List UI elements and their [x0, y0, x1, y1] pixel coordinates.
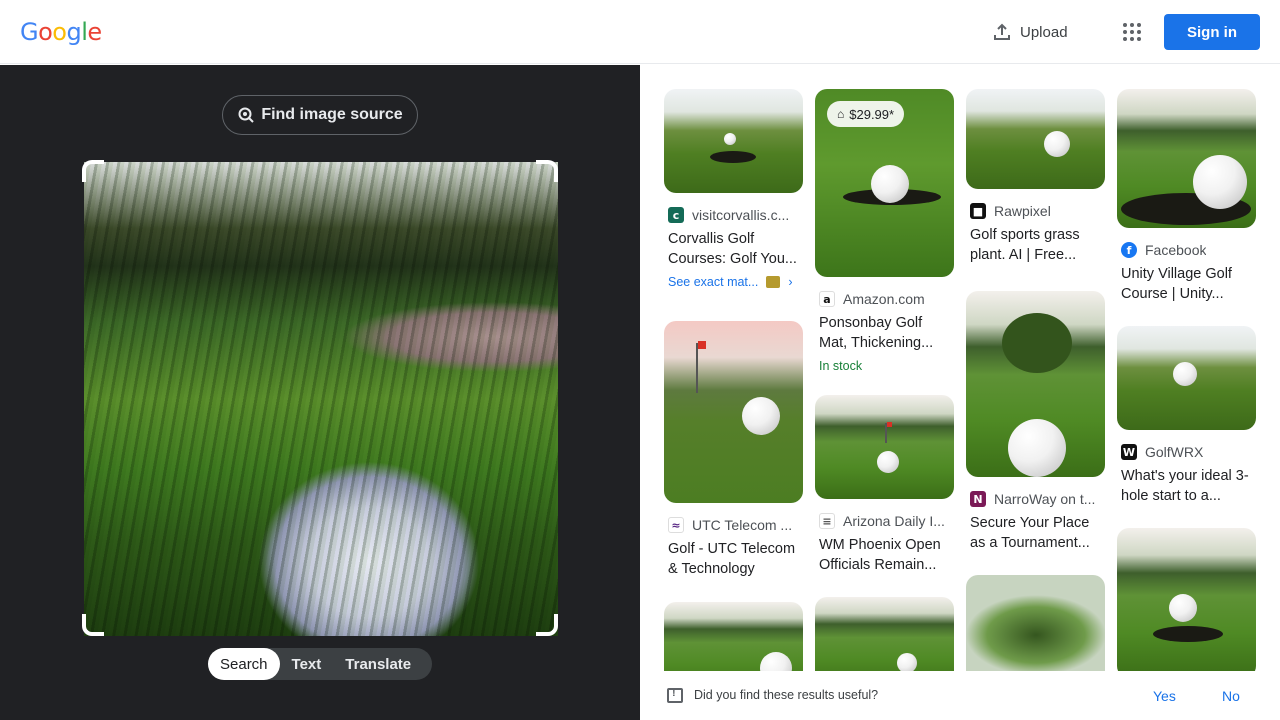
result-thumbnail[interactable]: ⌂ $29.99* — [815, 89, 954, 277]
narroway-favicon: N — [970, 491, 986, 507]
price-badge: ⌂ $29.99* — [827, 101, 905, 127]
result-card[interactable]: c visitcorvallis.c... Corvallis Golf Cou… — [664, 89, 803, 289]
result-card[interactable]: ≡ Arizona Daily I... WM Phoenix Open Off… — [815, 395, 954, 575]
feedback-bar: Did you find these results useful? Yes N… — [640, 671, 1280, 720]
result-card[interactable] — [1117, 528, 1256, 671]
result-source[interactable]: ≈ UTC Telecom ... — [664, 517, 803, 533]
mode-text-tab[interactable]: Text — [280, 648, 334, 680]
stock-status: In stock — [819, 359, 863, 373]
result-source[interactable]: f Facebook — [1117, 242, 1256, 258]
logo-letter: o — [38, 18, 53, 46]
result-card[interactable] — [815, 597, 954, 671]
mode-switcher: Search Text Translate — [208, 648, 432, 680]
result-thumbnail[interactable] — [815, 597, 954, 671]
result-card[interactable]: ■ Rawpixel Golf sports grass plant. AI |… — [966, 89, 1105, 265]
logo-letter: g — [66, 18, 82, 46]
feedback-icon — [667, 687, 683, 703]
feedback-question: Did you find these results useful? — [694, 688, 879, 702]
utc-telecom-favicon: ≈ — [668, 517, 684, 533]
price-tag-icon: ⌂ — [837, 107, 845, 121]
golfwrx-favicon: W — [1121, 444, 1137, 460]
result-thumbnail[interactable] — [664, 321, 803, 503]
result-card[interactable]: W GolfWRX What's your ideal 3-hole start… — [1117, 326, 1256, 506]
sign-in-button[interactable]: Sign in — [1164, 14, 1260, 50]
upload-button[interactable]: Upload — [992, 20, 1068, 44]
result-title[interactable]: Golf sports grass plant. AI | Free... — [966, 225, 1105, 265]
crop-handle-bottom-right[interactable] — [536, 614, 558, 636]
crop-handle-top-right[interactable] — [536, 160, 558, 182]
upload-label: Upload — [1020, 23, 1068, 41]
result-source[interactable]: N NarroWay on t... — [966, 491, 1105, 507]
result-source[interactable]: c visitcorvallis.c... — [664, 207, 803, 223]
result-title[interactable]: Unity Village Golf Course | Unity... — [1117, 264, 1256, 304]
result-thumbnail[interactable] — [1117, 326, 1256, 430]
result-title[interactable]: WM Phoenix Open Officials Remain... — [815, 535, 954, 575]
upload-icon — [994, 23, 1010, 40]
result-thumbnail[interactable] — [664, 602, 803, 671]
feedback-no-button[interactable]: No — [1222, 688, 1240, 704]
result-card[interactable]: N NarroWay on t... Secure Your Place as … — [966, 291, 1105, 553]
google-logo[interactable]: Google — [20, 18, 102, 46]
result-card[interactable]: ⌂ $29.99* a Amazon.com Ponsonbay Golf Ma… — [815, 89, 954, 373]
feedback-yes-button[interactable]: Yes — [1153, 688, 1176, 704]
result-thumbnail[interactable] — [1117, 528, 1256, 671]
query-image[interactable] — [84, 162, 558, 636]
result-title[interactable]: What's your ideal 3-hole start to a... — [1117, 466, 1256, 506]
result-thumbnail[interactable] — [1117, 89, 1256, 228]
chevron-right-icon: › — [788, 275, 793, 289]
find-image-source-label: Find image source — [261, 106, 403, 123]
result-source[interactable]: W GolfWRX — [1117, 444, 1256, 460]
result-card[interactable] — [966, 575, 1105, 671]
result-title[interactable]: Corvallis Golf Courses: Golf You... — [664, 229, 803, 269]
logo-letter: e — [87, 18, 102, 46]
amazon-favicon: a — [819, 291, 835, 307]
arizona-daily-favicon: ≡ — [819, 513, 835, 529]
crop-handle-bottom-left[interactable] — [82, 614, 104, 636]
find-image-source-button[interactable]: Find image source — [222, 95, 418, 135]
result-title[interactable]: Ponsonbay Golf Mat, Thickening... — [815, 313, 954, 353]
visitcorvallis-favicon: c — [668, 207, 684, 223]
result-title[interactable]: Golf - UTC Telecom & Technology — [664, 539, 803, 579]
result-thumbnail[interactable] — [966, 291, 1105, 477]
result-source[interactable]: ≡ Arizona Daily I... — [815, 513, 954, 529]
result-thumbnail[interactable] — [966, 575, 1105, 671]
crop-handle-top-left[interactable] — [82, 160, 104, 182]
lens-search-icon — [238, 107, 255, 123]
result-thumbnail[interactable] — [664, 89, 803, 193]
result-card[interactable]: f Facebook Unity Village Golf Course | U… — [1117, 89, 1256, 304]
mode-translate-tab[interactable]: Translate — [333, 648, 423, 680]
logo-letter: G — [20, 18, 39, 46]
exact-match-thumbnail-icon — [766, 276, 781, 288]
image-search-panel: Find image source Search Text Translate — [0, 65, 640, 720]
visual-matches-grid: c visitcorvallis.c... Corvallis Golf Cou… — [640, 65, 1280, 671]
see-exact-matches-link[interactable]: See exact mat... › — [664, 275, 803, 289]
result-thumbnail[interactable] — [815, 395, 954, 499]
header: Google Upload Sign in — [0, 0, 1280, 64]
mode-search-tab[interactable]: Search — [208, 648, 280, 680]
logo-letter: o — [52, 18, 67, 46]
facebook-favicon: f — [1121, 242, 1137, 258]
result-card[interactable]: ≈ UTC Telecom ... Golf - UTC Telecom & T… — [664, 321, 803, 579]
result-thumbnail[interactable] — [966, 89, 1105, 189]
result-card[interactable] — [664, 602, 803, 671]
rawpixel-favicon: ■ — [970, 203, 986, 219]
result-title[interactable]: Secure Your Place as a Tournament... — [966, 513, 1105, 553]
apps-grid-icon[interactable] — [1120, 20, 1144, 44]
result-source[interactable]: ■ Rawpixel — [966, 203, 1105, 219]
result-source[interactable]: a Amazon.com — [815, 291, 954, 307]
